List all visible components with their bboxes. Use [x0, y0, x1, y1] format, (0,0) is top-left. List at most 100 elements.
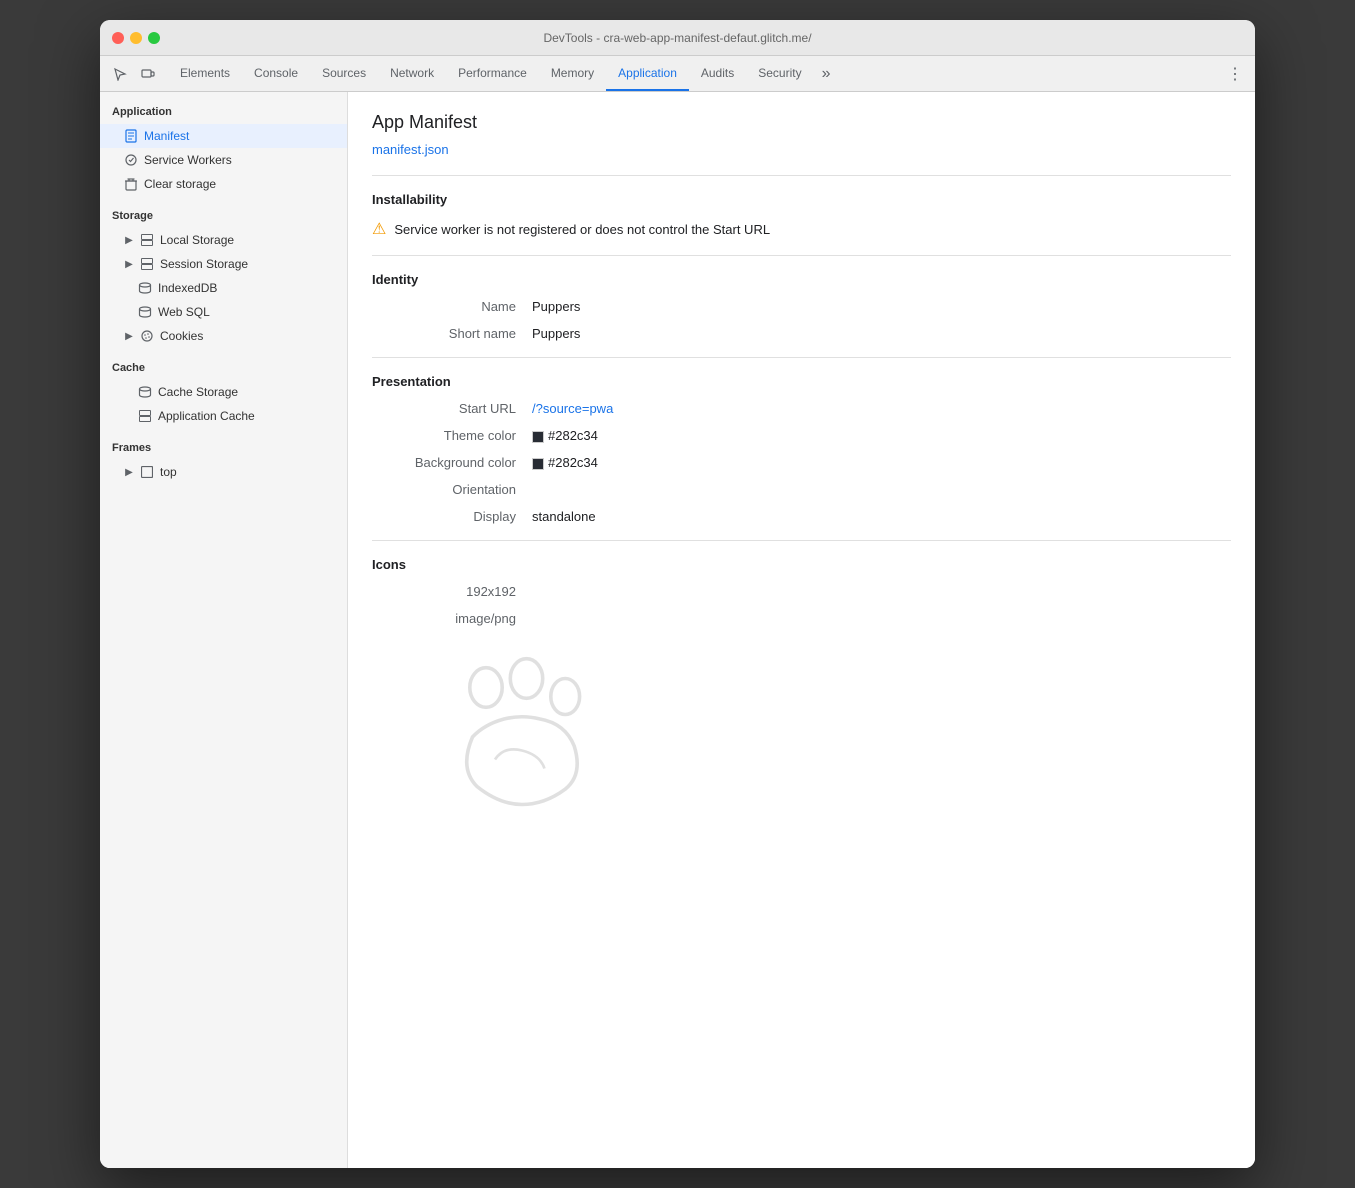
display-value: standalone: [532, 509, 596, 524]
cookies-label: Cookies: [160, 329, 203, 343]
sidebar: Application Manifest: [100, 92, 348, 1168]
icons-title: Icons: [372, 557, 1231, 572]
traffic-lights: [112, 32, 160, 44]
sidebar-item-web-sql[interactable]: Web SQL: [100, 300, 347, 324]
name-field-row: Name Puppers: [372, 299, 1231, 314]
devtools-menu-button[interactable]: ⋮: [1223, 62, 1247, 86]
clear-storage-icon: [124, 177, 138, 191]
short-name-field-row: Short name Puppers: [372, 326, 1231, 341]
tab-more-button[interactable]: »: [814, 56, 839, 91]
start-url-value[interactable]: /?source=pwa: [532, 401, 613, 416]
tab-application[interactable]: Application: [606, 56, 689, 91]
web-sql-icon: [138, 305, 152, 319]
icon-size-label: 192x192: [372, 584, 532, 599]
divider-identity: [372, 255, 1231, 256]
sidebar-item-local-storage[interactable]: ▶ Local Storage: [100, 228, 347, 252]
sidebar-item-clear-storage[interactable]: Clear storage: [100, 172, 347, 196]
icon-type-label: image/png: [372, 611, 532, 626]
tab-icon-group: [108, 62, 160, 86]
application-cache-label: Application Cache: [158, 409, 255, 423]
page-title: App Manifest: [372, 112, 1231, 133]
cache-section-header: Cache: [100, 348, 347, 380]
warning-text: Service worker is not registered or does…: [394, 222, 770, 237]
cookies-icon: [140, 329, 154, 343]
tab-network[interactable]: Network: [378, 56, 446, 91]
divider-presentation: [372, 357, 1231, 358]
bg-color-value: #282c34: [532, 455, 598, 470]
sidebar-item-cookies[interactable]: ▶ Cookies: [100, 324, 347, 348]
manifest-link[interactable]: manifest.json: [372, 142, 449, 157]
indexeddb-icon: [138, 281, 152, 295]
theme-color-field-row: Theme color #282c34: [372, 428, 1231, 443]
icons-section: Icons 192x192 image/png: [372, 557, 1231, 823]
service-workers-label: Service Workers: [144, 153, 232, 167]
window-title: DevTools - cra-web-app-manifest-defaut.g…: [543, 31, 811, 45]
storage-section-header: Storage: [100, 196, 347, 228]
manifest-icon: [124, 129, 138, 143]
cache-storage-label: Cache Storage: [158, 385, 238, 399]
tab-console[interactable]: Console: [242, 56, 310, 91]
session-storage-label: Session Storage: [160, 257, 248, 271]
tab-memory[interactable]: Memory: [539, 56, 606, 91]
application-section-header: Application: [100, 92, 347, 124]
orientation-label: Orientation: [372, 482, 532, 497]
sidebar-item-service-workers[interactable]: Service Workers: [100, 148, 347, 172]
theme-color-value: #282c34: [532, 428, 598, 443]
clear-storage-label: Clear storage: [144, 177, 216, 191]
cookies-expander[interactable]: ▶: [124, 331, 134, 341]
orientation-field-row: Orientation: [372, 482, 1231, 497]
tab-sources[interactable]: Sources: [310, 56, 378, 91]
sidebar-item-indexeddb[interactable]: IndexedDB: [100, 276, 347, 300]
sidebar-item-cache-storage[interactable]: Cache Storage: [100, 380, 347, 404]
indexeddb-label: IndexedDB: [158, 281, 217, 295]
start-url-label: Start URL: [372, 401, 532, 416]
web-sql-label: Web SQL: [158, 305, 210, 319]
sidebar-item-application-cache[interactable]: Application Cache: [100, 404, 347, 428]
short-name-value: Puppers: [532, 326, 580, 341]
frame-icon: [140, 465, 154, 479]
name-value: Puppers: [532, 299, 580, 314]
divider-installability: [372, 175, 1231, 176]
local-storage-icon: [140, 233, 154, 247]
warning-banner: ⚠ Service worker is not registered or do…: [372, 219, 1231, 239]
frames-top-expander[interactable]: ▶: [124, 467, 134, 477]
display-field-row: Display standalone: [372, 509, 1231, 524]
cursor-icon[interactable]: [108, 62, 132, 86]
local-storage-expander[interactable]: ▶: [124, 235, 134, 245]
manifest-label: Manifest: [144, 129, 189, 143]
theme-color-swatch: [532, 431, 544, 443]
session-storage-icon: [140, 257, 154, 271]
installability-section: Installability ⚠ Service worker is not r…: [372, 192, 1231, 239]
icon-type-row: image/png: [372, 611, 1231, 626]
frames-top-label: top: [160, 465, 177, 479]
devtools-window: DevTools - cra-web-app-manifest-defaut.g…: [100, 20, 1255, 1168]
bg-color-swatch: [532, 458, 544, 470]
tabs-list: Elements Console Sources Network Perform…: [168, 56, 1223, 91]
close-button[interactable]: [112, 32, 124, 44]
application-cache-icon: [138, 409, 152, 423]
tab-audits[interactable]: Audits: [689, 56, 746, 91]
main-content: App Manifest manifest.json Installabilit…: [348, 92, 1255, 1168]
sidebar-item-session-storage[interactable]: ▶ Session Storage: [100, 252, 347, 276]
presentation-section: Presentation Start URL /?source=pwa Them…: [372, 374, 1231, 524]
short-name-label: Short name: [372, 326, 532, 341]
tab-elements[interactable]: Elements: [168, 56, 242, 91]
cache-storage-icon: [138, 385, 152, 399]
minimize-button[interactable]: [130, 32, 142, 44]
start-url-field-row: Start URL /?source=pwa: [372, 401, 1231, 416]
titlebar: DevTools - cra-web-app-manifest-defaut.g…: [100, 20, 1255, 56]
bg-color-label: Background color: [372, 455, 532, 470]
warning-icon: ⚠: [372, 219, 386, 239]
tab-performance[interactable]: Performance: [446, 56, 539, 91]
name-label: Name: [372, 299, 532, 314]
sidebar-item-manifest[interactable]: Manifest: [100, 124, 347, 148]
display-label: Display: [372, 509, 532, 524]
maximize-button[interactable]: [148, 32, 160, 44]
device-icon[interactable]: [136, 62, 160, 86]
identity-title: Identity: [372, 272, 1231, 287]
tab-security[interactable]: Security: [746, 56, 813, 91]
session-storage-expander[interactable]: ▶: [124, 259, 134, 269]
frames-section-header: Frames: [100, 428, 347, 460]
devtools-tabbar: Elements Console Sources Network Perform…: [100, 56, 1255, 92]
sidebar-item-frames-top[interactable]: ▶ top: [100, 460, 347, 484]
